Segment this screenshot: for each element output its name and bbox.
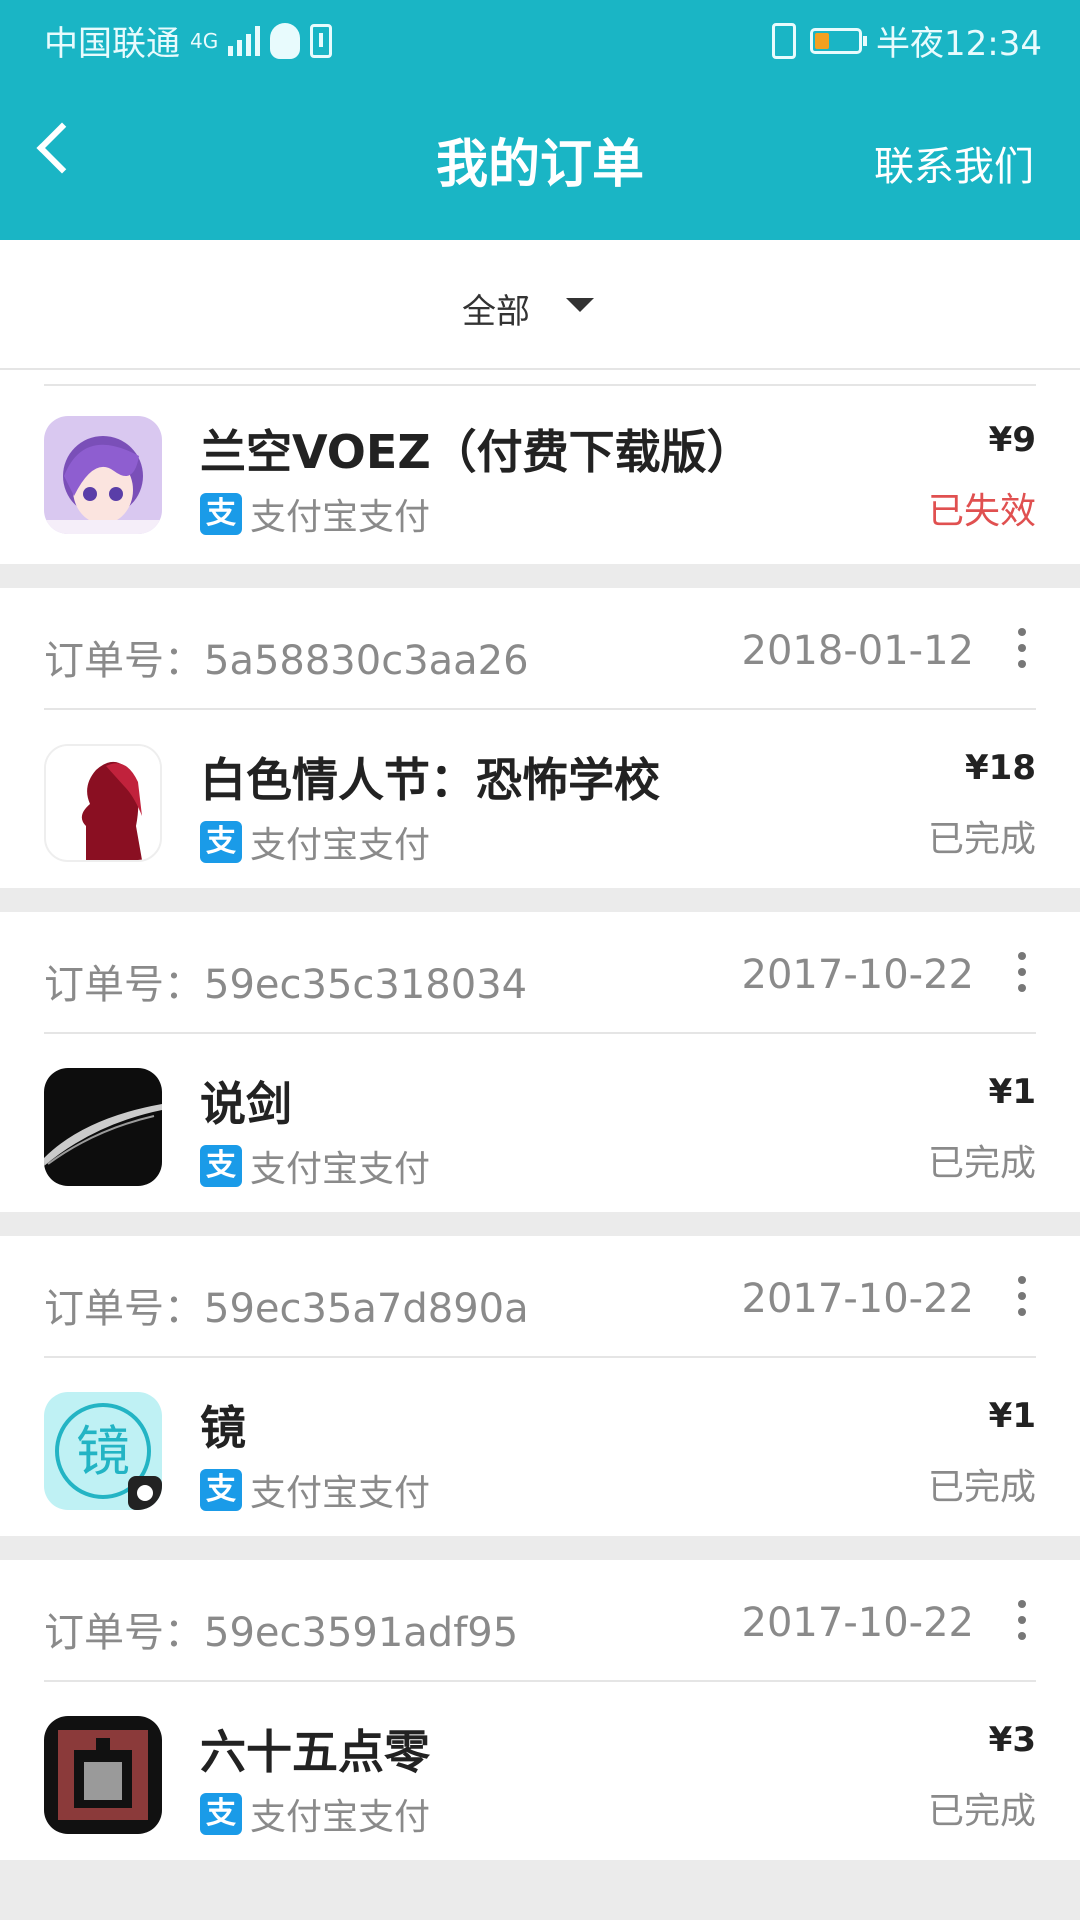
more-options-icon[interactable] <box>1018 628 1028 668</box>
order-price: ¥9 <box>988 420 1036 460</box>
app-icon-white-day <box>44 744 162 862</box>
order-status: 已完成 <box>927 819 1036 860</box>
app-icon-sixty-five <box>44 1716 162 1834</box>
sim-alert-icon <box>310 23 333 58</box>
order-filter-dropdown[interactable]: 全部 <box>0 240 1080 370</box>
payment-method: 支 支付宝支付 <box>200 1788 430 1840</box>
battery-icon <box>810 27 868 54</box>
network-type-label: 4G <box>190 28 219 53</box>
order-item[interactable]: 镜 镜 支 支付宝支付 ¥1 已完成 <box>0 1360 1080 1536</box>
app-icon-mirror: 镜 <box>44 1392 162 1510</box>
order-price: ¥3 <box>988 1720 1036 1760</box>
order-header: 订单号：5a58830c3aa26 2018-01-12 <box>44 588 1036 710</box>
filter-label: 全部 <box>462 292 530 332</box>
caret-down-icon <box>566 298 594 312</box>
order-header: 订单号：59ec35c318034 2017-10-22 <box>44 912 1036 1034</box>
app-icon-shuojian <box>44 1068 162 1186</box>
more-options-icon[interactable] <box>1018 952 1028 992</box>
app-name: 镜 <box>200 1401 246 1455</box>
order-number: 订单号：59ec3591adf95 <box>44 1610 519 1656</box>
order-card[interactable]: 订单号：59ec3591adf95 2017-10-22 六十五点零 支 支付宝… <box>0 1560 1080 1860</box>
more-options-icon[interactable] <box>1018 1600 1028 1640</box>
order-card[interactable]: 兰空VOEZ（付费下载版） 支 支付宝支付 ¥9 已失效 <box>0 384 1080 564</box>
order-date: 2017-10-22 <box>741 1276 974 1322</box>
order-number: 订单号：59ec35c318034 <box>44 962 528 1008</box>
app-name: 白色情人节：恐怖学校 <box>200 753 660 807</box>
order-number: 订单号：5a58830c3aa26 <box>44 638 529 684</box>
app-name: 六十五点零 <box>200 1725 430 1779</box>
app-icon-voez <box>44 416 162 534</box>
divider <box>0 564 1080 588</box>
more-options-icon[interactable] <box>1018 1276 1028 1316</box>
contact-us-button[interactable]: 联系我们 <box>874 134 1034 192</box>
divider <box>0 1536 1080 1560</box>
order-number: 订单号：59ec35a7d890a <box>44 1286 529 1332</box>
alipay-icon: 支 <box>200 821 242 863</box>
divider <box>0 1212 1080 1236</box>
payment-method: 支 支付宝支付 <box>200 488 430 540</box>
alipay-icon: 支 <box>200 1145 242 1187</box>
payment-method: 支 支付宝支付 <box>200 1140 430 1192</box>
order-card[interactable]: 订单号：5a58830c3aa26 2018-01-12 白色情人节：恐怖学校 … <box>0 588 1080 888</box>
alipay-icon: 支 <box>200 493 242 535</box>
order-status: 已完成 <box>927 1791 1036 1832</box>
order-item[interactable]: 六十五点零 支 支付宝支付 ¥3 已完成 <box>0 1684 1080 1860</box>
app-header: 中国联通 4G 半夜12:34 我的订单 联系我们 <box>0 0 1080 240</box>
order-header: 订单号：59ec35a7d890a 2017-10-22 <box>44 1236 1036 1358</box>
order-status: 已失效 <box>927 491 1036 532</box>
qq-notification-icon <box>270 22 301 59</box>
status-bar: 中国联通 4G 半夜12:34 <box>0 0 1080 76</box>
order-date: 2017-10-22 <box>741 952 974 998</box>
payment-method: 支 支付宝支付 <box>200 816 430 868</box>
order-card[interactable]: 订单号：59ec35c318034 2017-10-22 说剑 支 支付宝支付 … <box>0 912 1080 1212</box>
order-date: 2017-10-22 <box>741 1600 974 1646</box>
app-name: 兰空VOEZ（付费下载版） <box>200 425 753 479</box>
alipay-icon: 支 <box>200 1793 242 1835</box>
order-price: ¥18 <box>965 748 1036 788</box>
payment-method: 支 支付宝支付 <box>200 1464 430 1516</box>
divider <box>0 1860 1080 1920</box>
signal-icon <box>228 25 261 56</box>
carrier-label: 中国联通 <box>44 24 180 64</box>
clock-label: 半夜12:34 <box>876 24 1042 64</box>
order-date: 2018-01-12 <box>741 628 974 674</box>
order-item[interactable]: 白色情人节：恐怖学校 支 支付宝支付 ¥18 已完成 <box>0 712 1080 888</box>
order-header: 订单号：59ec3591adf95 2017-10-22 <box>44 1560 1036 1682</box>
app-name: 说剑 <box>200 1077 292 1131</box>
order-price: ¥1 <box>988 1396 1036 1436</box>
order-item[interactable]: 兰空VOEZ（付费下载版） 支 支付宝支付 ¥9 已失效 <box>0 384 1080 560</box>
svg-text:镜: 镜 <box>76 1420 130 1483</box>
divider <box>0 888 1080 912</box>
order-status: 已完成 <box>927 1143 1036 1184</box>
order-item[interactable]: 说剑 支 支付宝支付 ¥1 已完成 <box>0 1036 1080 1212</box>
vibrate-icon <box>772 22 797 59</box>
alipay-icon: 支 <box>200 1469 242 1511</box>
order-status: 已完成 <box>927 1467 1036 1508</box>
order-price: ¥1 <box>988 1072 1036 1112</box>
order-card[interactable]: 订单号：59ec35a7d890a 2017-10-22 镜 镜 支 支付宝支付… <box>0 1236 1080 1536</box>
